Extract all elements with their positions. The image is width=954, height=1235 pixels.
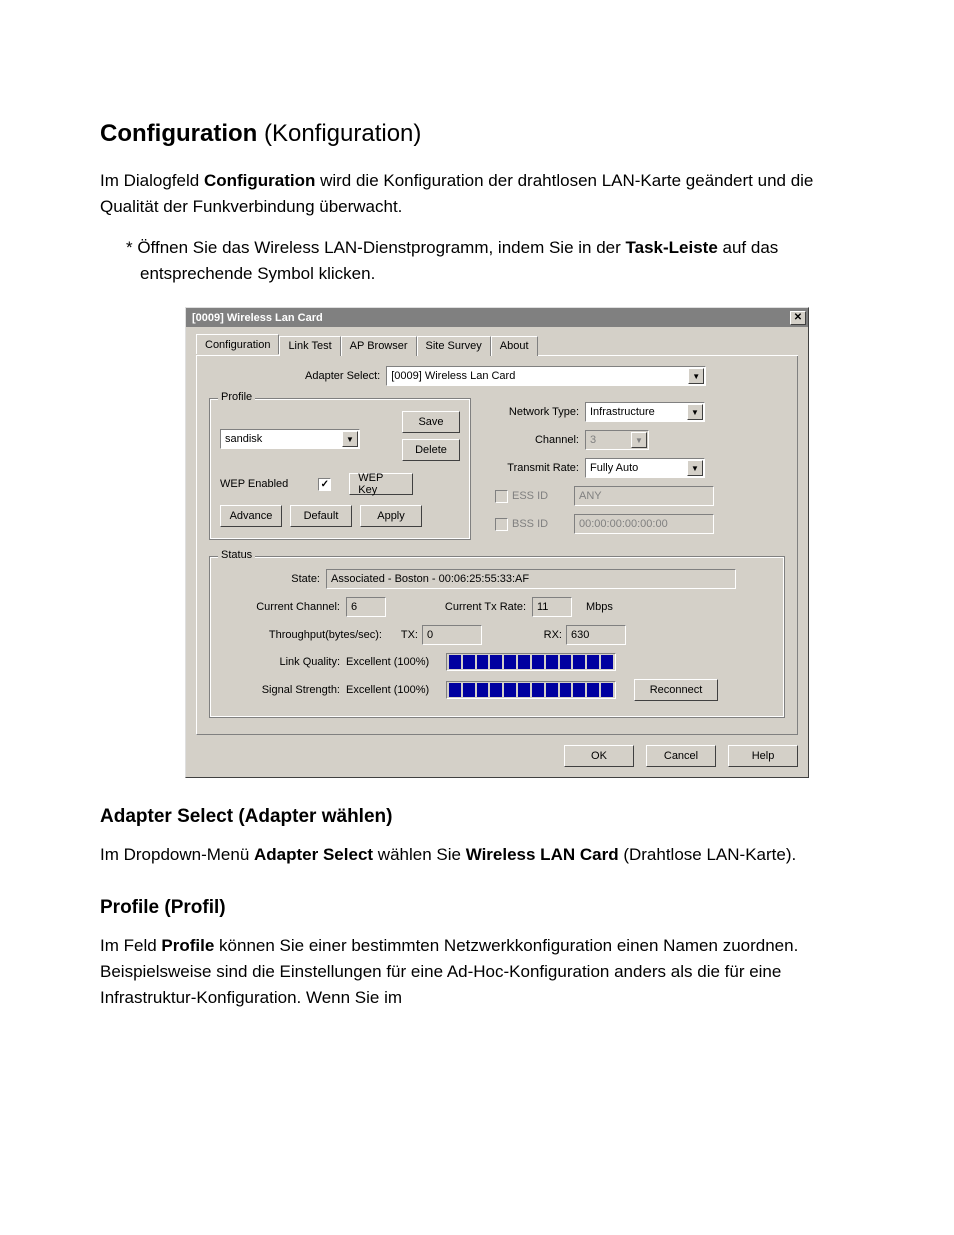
state-label: State: — [220, 573, 320, 585]
close-button[interactable]: ✕ — [790, 311, 806, 325]
tab-site-survey[interactable]: Site Survey — [417, 336, 491, 356]
rx-label: RX: — [482, 629, 562, 641]
wep-enabled-checkbox[interactable]: ✓ — [318, 478, 331, 491]
tab-panel-configuration: Adapter Select: [0009] Wireless Lan Card… — [196, 356, 798, 735]
chevron-down-icon[interactable]: ▼ — [687, 460, 703, 476]
link-quality-bar — [446, 653, 616, 671]
rx-field: 630 — [566, 625, 626, 645]
wireless-config-dialog: [0009] Wireless Lan Card ✕ Configuration… — [185, 307, 809, 778]
tab-configuration[interactable]: Configuration — [196, 334, 279, 354]
chevron-down-icon[interactable]: ▼ — [688, 368, 704, 384]
transmit-rate-label: Transmit Rate: — [489, 462, 579, 474]
signal-strength-bar — [446, 681, 616, 699]
ess-id-field: ANY — [574, 486, 714, 506]
bss-id-field: 00:00:00:00:00:00 — [574, 514, 714, 534]
tab-about[interactable]: About — [491, 336, 538, 356]
tab-bar: Configuration Link Test AP Browser Site … — [196, 335, 798, 356]
chevron-down-icon: ▼ — [631, 432, 647, 448]
current-channel-label: Current Channel: — [220, 601, 340, 613]
page-title: Configuration (Konfiguration) — [100, 120, 854, 148]
channel-dropdown: 3 ▼ — [585, 430, 649, 450]
tab-link-test[interactable]: Link Test — [279, 336, 340, 356]
profile-paragraph: Im Feld Profile können Sie einer bestimm… — [100, 933, 854, 1012]
tab-ap-browser[interactable]: AP Browser — [341, 336, 417, 356]
default-button[interactable]: Default — [290, 505, 352, 527]
bss-id-label: BSS ID — [512, 518, 568, 530]
bss-id-checkbox — [495, 518, 508, 531]
ess-id-label: ESS ID — [512, 490, 568, 502]
chevron-down-icon[interactable]: ▼ — [342, 431, 358, 447]
ok-button[interactable]: OK — [564, 745, 634, 767]
apply-button[interactable]: Apply — [360, 505, 422, 527]
status-legend: Status — [218, 549, 255, 561]
tx-label: TX: — [388, 629, 418, 641]
adapter-select-dropdown[interactable]: [0009] Wireless Lan Card ▼ — [386, 366, 706, 386]
dialog-title: [0009] Wireless Lan Card — [192, 312, 323, 324]
save-button[interactable]: Save — [402, 411, 460, 433]
dialog-titlebar: [0009] Wireless Lan Card ✕ — [186, 308, 808, 327]
state-field: Associated - Boston - 00:06:25:55:33:AF — [326, 569, 736, 589]
cancel-button[interactable]: Cancel — [646, 745, 716, 767]
wep-enabled-label: WEP Enabled — [220, 478, 288, 490]
network-type-dropdown[interactable]: Infrastructure ▼ — [585, 402, 705, 422]
adapter-select-label: Adapter Select: — [305, 370, 380, 382]
adapter-select-paragraph: Im Dropdown-Menü Adapter Select wählen S… — [100, 842, 854, 868]
bullet-paragraph: * Öffnen Sie das Wireless LAN-Dienstprog… — [100, 235, 854, 288]
current-tx-rate-label: Current Tx Rate: — [386, 601, 526, 613]
profile-heading: Profile (Profil) — [100, 897, 854, 919]
profile-legend: Profile — [218, 391, 255, 403]
title-rest: (Konfiguration) — [257, 120, 421, 147]
tx-field: 0 — [422, 625, 482, 645]
network-type-label: Network Type: — [489, 406, 579, 418]
profile-dropdown[interactable]: sandisk ▼ — [220, 429, 360, 449]
ess-id-checkbox — [495, 490, 508, 503]
advance-button[interactable]: Advance — [220, 505, 282, 527]
channel-label: Channel: — [489, 434, 579, 446]
intro-paragraph: Im Dialogfeld Configuration wird die Kon… — [100, 168, 854, 221]
signal-strength-value: Excellent (100%) — [346, 684, 446, 696]
chevron-down-icon[interactable]: ▼ — [687, 404, 703, 420]
link-quality-value: Excellent (100%) — [346, 656, 446, 668]
transmit-rate-dropdown[interactable]: Fully Auto ▼ — [585, 458, 705, 478]
link-quality-label: Link Quality: — [220, 656, 340, 668]
adapter-select-heading: Adapter Select (Adapter wählen) — [100, 806, 854, 828]
reconnect-button[interactable]: Reconnect — [634, 679, 718, 701]
mbps-label: Mbps — [586, 601, 613, 613]
delete-button[interactable]: Delete — [402, 439, 460, 461]
help-button[interactable]: Help — [728, 745, 798, 767]
wep-key-button[interactable]: WEP Key — [349, 473, 413, 495]
throughput-label: Throughput(bytes/sec): — [220, 629, 382, 641]
current-channel-field: 6 — [346, 597, 386, 617]
signal-strength-label: Signal Strength: — [220, 684, 340, 696]
current-tx-rate-field: 11 — [532, 597, 572, 617]
title-bold: Configuration — [100, 120, 257, 147]
